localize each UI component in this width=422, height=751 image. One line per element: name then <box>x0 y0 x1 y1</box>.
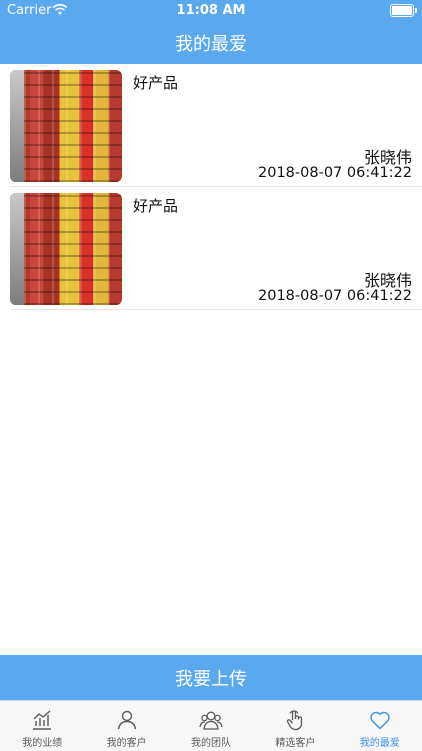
touch-icon <box>283 708 307 732</box>
status-bar: Carrier 11:08 AM <box>0 0 422 22</box>
nav-bar: 我的最爱 <box>0 22 422 64</box>
tab-bar: 我的业绩 我的客户 我的团队 精选客户 我的最爱 <box>0 700 422 751</box>
tab-label: 我的业绩 <box>22 738 63 749</box>
item-title: 好产品 <box>133 197 179 215</box>
tab-label: 我的最爱 <box>359 738 400 749</box>
tab-label: 精选客户 <box>275 738 316 749</box>
page-title: 我的最爱 <box>175 34 247 55</box>
item-date: 2018-08-07 06:41:22 <box>258 288 412 304</box>
list-item[interactable]: 好产品 张晓伟 2018-08-07 06:41:22 <box>10 64 422 187</box>
tab-favorites[interactable]: 我的最爱 <box>338 701 422 751</box>
item-date: 2018-08-07 06:41:22 <box>258 165 412 181</box>
product-thumbnail <box>10 193 122 305</box>
tab-label: 我的客户 <box>106 738 147 749</box>
user-icon <box>115 708 139 732</box>
tab-team[interactable]: 我的团队 <box>169 701 253 751</box>
upload-button-label: 我要上传 <box>175 668 247 690</box>
chart-icon <box>30 708 54 732</box>
clock: 11:08 AM <box>176 3 246 18</box>
product-thumbnail <box>10 70 122 182</box>
favorites-list: 好产品 张晓伟 2018-08-07 06:41:22 好产品 张晓伟 2018… <box>0 64 422 310</box>
tab-featured-customers[interactable]: 精选客户 <box>253 701 337 751</box>
team-icon <box>199 708 223 732</box>
tab-customers[interactable]: 我的客户 <box>84 701 168 751</box>
item-title: 好产品 <box>133 74 179 92</box>
list-item[interactable]: 好产品 张晓伟 2018-08-07 06:41:22 <box>10 187 422 310</box>
tab-performance[interactable]: 我的业绩 <box>0 701 84 751</box>
tab-label: 我的团队 <box>191 738 232 749</box>
upload-button[interactable]: 我要上传 <box>0 655 422 700</box>
battery-icon <box>390 4 417 17</box>
heart-icon <box>368 708 392 732</box>
